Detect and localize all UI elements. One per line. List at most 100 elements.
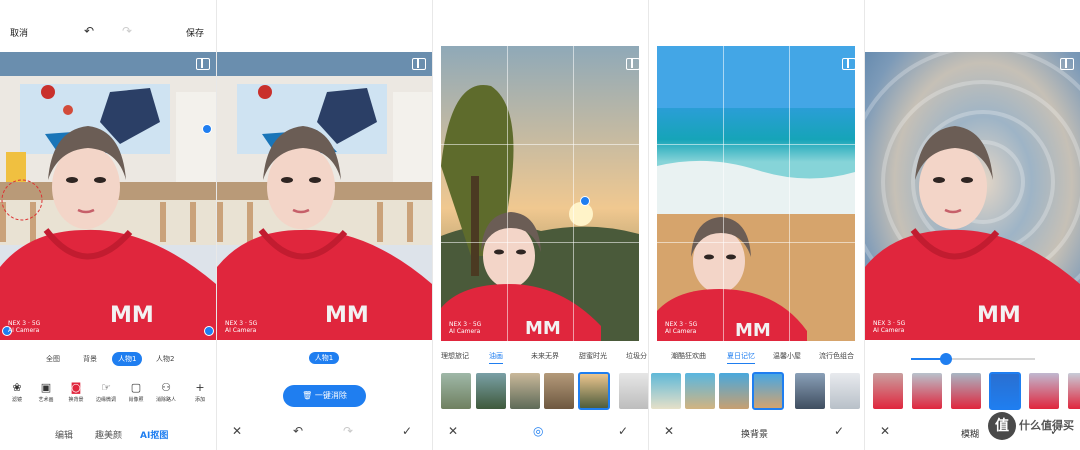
category-oil-painting[interactable]: 油画 (489, 351, 503, 364)
confirm-icon[interactable]: ✓ (618, 424, 628, 438)
background-swap-icon[interactable]: ◎ (533, 424, 543, 438)
category-future[interactable]: 未来无界 (531, 351, 559, 361)
photo-canvas[interactable]: MM NEX 3 · 5G AI Camera (657, 46, 855, 341)
slider-knob[interactable] (939, 353, 952, 365)
compare-icon[interactable] (626, 58, 640, 70)
one-click-erase-button[interactable]: 🗑 一键消除 (283, 385, 366, 407)
tool-art[interactable]: ▣ 艺术画 (32, 380, 60, 403)
segment-background[interactable]: 背景 (77, 352, 103, 366)
category-garbage[interactable]: 垃圾分 (626, 351, 647, 361)
segment-person-1[interactable]: 人物1 (112, 352, 143, 366)
cancel-button[interactable]: 取消 (10, 26, 28, 39)
category-trend[interactable]: 流行色组合 (819, 351, 854, 361)
blur-slider[interactable] (911, 353, 1035, 365)
thumbnail[interactable] (912, 373, 942, 409)
segment-person-2[interactable]: 人物2 (150, 352, 180, 366)
action-bar: ✕ ◎ ✓ (433, 424, 648, 444)
action-bar: ✕ 换背景 ✓ (649, 424, 864, 444)
panel-edit-segment: 取消 ↶ ↷ 保存 MM NEX 3 · 5G AI Camera 全图 背景 … (0, 0, 216, 450)
redo-icon[interactable]: ↷ (122, 24, 132, 38)
panel-blur: MM NEX 3 · 5G AI Camera ✕ 模糊 ✓ 值 什么值得买 (865, 0, 1080, 450)
resize-handle[interactable] (580, 196, 590, 206)
erase-person-icon: ⚇ (161, 381, 171, 394)
trash-icon: 🗑 (302, 391, 313, 400)
undo-icon[interactable]: ↶ (293, 424, 303, 438)
compare-icon[interactable] (842, 58, 856, 70)
tool-label: 肖像照 (128, 397, 144, 403)
erase-button-label: 一键消除 (314, 391, 347, 400)
thumbnail[interactable] (1068, 373, 1080, 409)
svg-text:MM: MM (977, 303, 1021, 328)
undo-icon[interactable]: ↶ (84, 24, 94, 38)
style-categories: 理想旅记 油画 未来无界 甜蜜时光 垃圾分 (433, 351, 648, 365)
portrait-icon: ▢ (130, 381, 142, 394)
tool-filter[interactable]: ❀ 滤镜 (3, 380, 31, 403)
panel-title: 模糊 (961, 430, 980, 440)
category-cool[interactable]: 潮酷狂欢曲 (671, 351, 706, 361)
close-icon[interactable]: ✕ (664, 424, 674, 438)
thumbnail[interactable] (873, 373, 903, 409)
save-button[interactable]: 保存 (186, 26, 204, 39)
thumbnail-selected[interactable] (752, 372, 784, 410)
thumbnail[interactable] (951, 373, 981, 409)
thumbnail[interactable] (651, 373, 681, 409)
logo-text: 什么值得买 (1019, 419, 1074, 432)
thumbnail[interactable] (510, 373, 540, 409)
close-icon[interactable]: ✕ (448, 424, 458, 438)
style-categories: 潮酷狂欢曲 夏日记忆 温馨小屋 流行色组合 (649, 351, 864, 365)
photo-canvas[interactable]: MM NEX 3 · 5G AI Camera (0, 52, 216, 340)
screenshot-strip: 取消 ↶ ↷ 保存 MM NEX 3 · 5G AI Camera 全图 背景 … (0, 0, 1080, 450)
restaurant-photo: MM (217, 52, 432, 340)
redo-icon[interactable]: ↷ (343, 424, 353, 438)
thumbnail[interactable] (619, 373, 648, 409)
tool-add[interactable]: + 添加 (186, 380, 214, 403)
compare-icon[interactable] (412, 58, 426, 70)
watermark-line-2: AI Camera (449, 328, 481, 335)
tool-erase-person[interactable]: ⚇ 消除路人 (152, 380, 180, 403)
svg-text:MM: MM (110, 303, 154, 328)
thumbnail-selected[interactable] (578, 372, 610, 410)
confirm-icon[interactable]: ✓ (834, 424, 844, 438)
watermark-line-2: AI Camera (225, 327, 257, 334)
background-icon: ◙ (70, 381, 82, 394)
category-sweet[interactable]: 甜蜜时光 (579, 351, 607, 361)
tool-background[interactable]: ◙ 换背景 (62, 380, 90, 403)
thumbnail[interactable] (544, 373, 574, 409)
panel-erase: MM NEX 3 · 5G AI Camera 人物1 🗑 一键消除 ✕ ↶ ↷… (217, 0, 432, 450)
category-travel[interactable]: 理想旅记 (441, 351, 469, 361)
watermark-line-2: AI Camera (8, 327, 40, 334)
tab-edit[interactable]: 编辑 (55, 428, 73, 441)
thumbnail[interactable] (719, 373, 749, 409)
thumbnail-selected[interactable] (989, 372, 1021, 410)
confirm-icon[interactable]: ✓ (402, 424, 412, 438)
close-icon[interactable]: ✕ (232, 424, 242, 438)
resize-handle[interactable] (204, 326, 214, 336)
tab-beauty[interactable]: 趣美颜 (95, 428, 122, 441)
tool-edge[interactable]: ☞ 边缘微调 (92, 380, 120, 403)
photo-canvas[interactable]: MM NEX 3 · 5G AI Camera (865, 52, 1080, 340)
close-icon[interactable]: ✕ (880, 424, 890, 438)
compare-icon[interactable] (196, 58, 210, 70)
thumbnail[interactable] (795, 373, 825, 409)
person-1-pill[interactable]: 人物1 (309, 352, 339, 364)
tool-portrait[interactable]: ▢ 肖像照 (122, 380, 150, 403)
category-cozy[interactable]: 温馨小屋 (773, 351, 801, 361)
photo-canvas[interactable]: MM NEX 3 · 5G AI Camera (441, 46, 639, 341)
thumbnail[interactable] (685, 373, 715, 409)
photo-canvas[interactable]: MM NEX 3 · 5G AI Camera (217, 52, 432, 340)
thumbnail-strip (649, 372, 864, 413)
thumbnail[interactable] (830, 373, 860, 409)
thumbnail[interactable] (476, 373, 506, 409)
resize-handle[interactable] (202, 124, 212, 134)
tab-ai-cutout[interactable]: AI抠图 (140, 428, 168, 441)
filter-icon: ❀ (12, 381, 22, 394)
compare-icon[interactable] (1060, 58, 1074, 70)
category-summer[interactable]: 夏日记忆 (727, 351, 755, 364)
thumbnail[interactable] (1029, 373, 1059, 409)
beach-photo: MM (657, 46, 855, 341)
tool-label: 艺术画 (38, 397, 54, 403)
radial-blur-photo: MM (865, 52, 1080, 340)
thumbnail[interactable] (441, 373, 471, 409)
watermark-line-2: AI Camera (873, 327, 905, 334)
segment-all[interactable]: 全图 (40, 352, 66, 366)
